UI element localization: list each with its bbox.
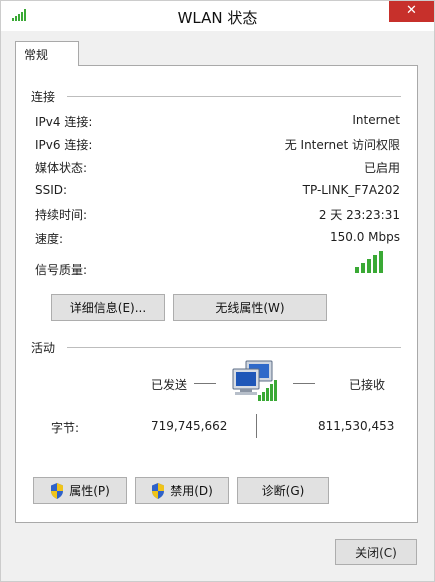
close-icon: ✕ <box>406 3 417 18</box>
network-computers-icon <box>232 360 277 401</box>
connection-divider <box>67 96 401 97</box>
received-line <box>293 383 315 384</box>
wireless-properties-button[interactable]: 无线属性(W) <box>173 294 327 321</box>
activity-section-label: 活动 <box>31 341 56 355</box>
wlan-status-window: WLAN 状态 ✕ 常规 连接 IPv4 连接: Internet IPv6 连… <box>0 0 435 582</box>
diagnose-button-label: 诊断(G) <box>261 484 305 498</box>
received-label: 已接收 <box>349 378 386 392</box>
signal-bar <box>361 263 365 273</box>
ipv6-label: IPv6 连接: <box>35 138 93 152</box>
signal-bar <box>379 251 383 273</box>
duration-value: 2 天 23:23:31 <box>318 208 400 222</box>
details-button[interactable]: 详细信息(E)... <box>51 294 165 321</box>
connection-section-label: 连接 <box>31 90 56 104</box>
properties-button[interactable]: 属性(P) <box>33 477 127 504</box>
uac-shield-icon <box>51 482 64 499</box>
activity-divider <box>67 347 401 348</box>
ipv4-value: Internet <box>352 113 400 127</box>
speed-label: 速度: <box>35 232 64 246</box>
window-title: WLAN 状态 <box>177 9 258 27</box>
close-button-label: 关闭(C) <box>355 545 397 560</box>
signal-bar <box>367 259 371 273</box>
close-button[interactable]: 关闭(C) <box>335 539 417 565</box>
ipv6-value: 无 Internet 访问权限 <box>284 138 400 152</box>
details-button-label: 详细信息(E)... <box>69 301 147 315</box>
media-state-label: 媒体状态: <box>35 161 88 175</box>
disable-button-label: 禁用(D) <box>170 484 213 498</box>
bytes-label: 字节: <box>51 421 80 435</box>
wireless-properties-label: 无线属性(W) <box>215 301 285 315</box>
signal-bar <box>355 267 359 273</box>
title-bar[interactable]: WLAN 状态 ✕ <box>1 1 434 31</box>
media-state-value: 已启用 <box>363 161 400 175</box>
bytes-sent-value: 719,745,662 <box>151 419 228 433</box>
duration-label: 持续时间: <box>35 208 88 222</box>
properties-button-label: 属性(P) <box>69 484 110 498</box>
signal-quality-label: 信号质量: <box>35 263 88 277</box>
ssid-value: TP-LINK_F7A202 <box>302 183 400 197</box>
sent-line <box>194 383 216 384</box>
signal-bar <box>373 255 377 273</box>
ipv4-label: IPv4 连接: <box>35 115 93 129</box>
disable-button[interactable]: 禁用(D) <box>135 477 229 504</box>
sent-label: 已发送 <box>151 378 188 392</box>
speed-value: 150.0 Mbps <box>329 230 400 244</box>
tab-general[interactable]: 常规 <box>15 41 79 66</box>
signal-strength-icon <box>355 251 383 273</box>
ssid-label: SSID: <box>35 183 68 197</box>
close-window-button[interactable]: ✕ <box>389 1 434 22</box>
bytes-separator <box>256 414 257 438</box>
bytes-received-value: 811,530,453 <box>318 419 395 433</box>
diagnose-button[interactable]: 诊断(G) <box>237 477 329 504</box>
uac-shield-icon <box>152 482 165 499</box>
